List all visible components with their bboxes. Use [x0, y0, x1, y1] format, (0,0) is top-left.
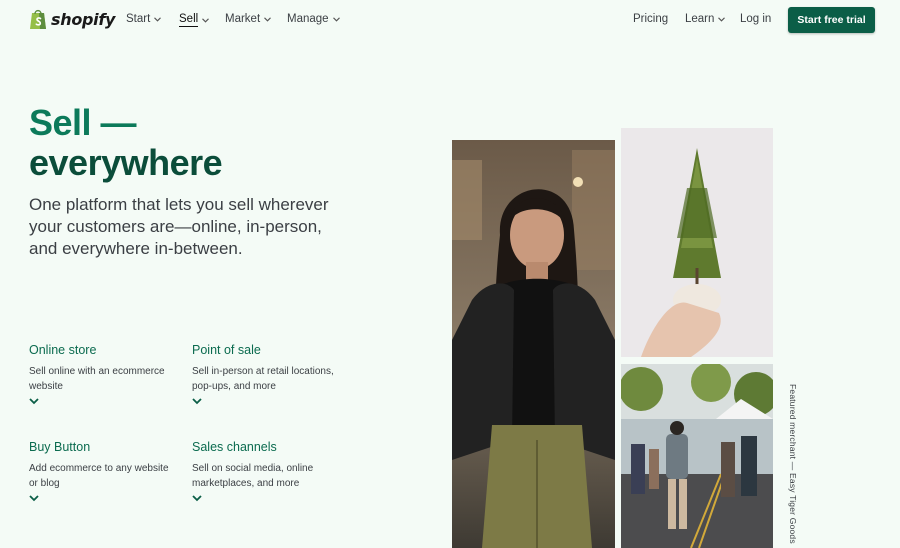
chevron-down-icon[interactable] [29, 398, 39, 405]
chevron-down-icon[interactable] [29, 495, 39, 502]
hero-headline-line1: Sell — [29, 102, 137, 143]
chevron-down-icon [202, 17, 210, 23]
brand-wordmark: shopify [51, 9, 116, 29]
chevron-down-icon [718, 16, 726, 22]
shopify-bag-icon [30, 9, 46, 29]
nav-item-label: Market [225, 13, 261, 25]
feature-description: Sell on social media, online marketplace… [192, 463, 314, 489]
feature-description: Add ecommerce to any website or blog [29, 463, 169, 489]
nav-item-market[interactable]: Market [225, 13, 272, 25]
feature-title[interactable]: Buy Button [29, 440, 179, 454]
chevron-down-icon [332, 16, 340, 22]
nav-item-learn[interactable]: Learn [685, 13, 726, 25]
nav-item-label: Start [126, 13, 151, 25]
nav-item-label: Sell [179, 13, 199, 27]
feature-sales-channels: Sales channels Sell on social media, onl… [192, 440, 342, 502]
street-market-photo [621, 364, 773, 548]
nav-item-manage[interactable]: Manage [287, 13, 340, 25]
feature-title[interactable]: Sales channels [192, 440, 342, 454]
hero-headline-line2: everywhere [29, 142, 223, 183]
nav-item-label: Log in [740, 13, 772, 25]
featured-merchant-caption: Featured merchant — Easy Tiger Goods [788, 384, 798, 544]
nav-item-label: Pricing [633, 13, 669, 25]
hero-subheadline: One platform that lets you sell wherever… [29, 195, 329, 258]
shopify-logo[interactable]: shopify [29, 8, 115, 30]
chevron-down-icon[interactable] [192, 398, 202, 405]
top-navigation: shopify Start Sell Market Manage Pricing… [0, 0, 900, 40]
feature-description: Sell in-person at retail locations, pop-… [192, 366, 334, 392]
feature-description: Sell online with an ecommerce website [29, 366, 165, 392]
feature-buy-button: Buy Button Add ecommerce to any website … [29, 440, 179, 502]
feature-online-store: Online store Sell online with an ecommer… [29, 343, 179, 405]
nav-item-pricing[interactable]: Pricing [633, 13, 668, 25]
feature-point-of-sale: Point of sale Sell in-person at retail l… [192, 343, 342, 405]
feature-title[interactable]: Online store [29, 343, 179, 357]
feature-title[interactable]: Point of sale [192, 343, 342, 357]
chevron-down-icon[interactable] [192, 495, 202, 502]
merchant-portrait-photo [452, 140, 615, 548]
start-free-trial-button[interactable]: Start free trial [788, 7, 875, 33]
nav-item-login[interactable]: Log in [740, 13, 771, 25]
nav-item-start[interactable]: Start [126, 13, 162, 25]
nav-item-label: Learn [685, 13, 715, 25]
nav-item-label: Manage [287, 13, 329, 25]
chevron-down-icon [154, 16, 162, 22]
chevron-down-icon [264, 16, 272, 22]
nav-item-sell[interactable]: Sell [179, 13, 210, 27]
plant-product-photo [621, 128, 773, 357]
